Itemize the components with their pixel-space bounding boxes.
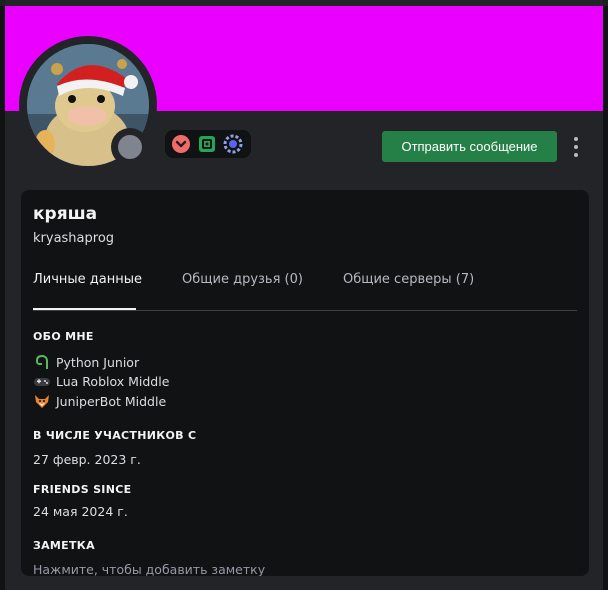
profile-tabs: Личные данные Общие друзья (0) Общие сер… [33,272,474,292]
about-line-text: Lua Roblox Middle [56,373,170,389]
tab-personal-data[interactable]: Личные данные [33,272,142,292]
user-profile-modal: Отправить сообщение кряша kryashaprog Ли… [5,0,603,590]
display-name: кряша [33,204,98,224]
username[interactable]: kryashaprog [33,231,114,246]
status-indicator [111,128,149,166]
more-vertical-icon[interactable] [567,133,585,161]
note-input[interactable]: Нажмите, чтобы добавить заметку [33,562,265,576]
tab-mutual-servers[interactable]: Общие серверы (7) [343,272,474,292]
about-line-text: JuniperBot Middle [56,393,167,409]
nitro-badge-icon[interactable] [197,134,217,154]
chevron-down-badge-icon[interactable] [171,134,191,154]
about-line: JuniperBot Middle [33,392,166,410]
member-since-heading: В ЧИСЛЕ УЧАСТНИКОВ С [33,429,197,442]
about-line: Python Junior [33,353,139,371]
fox-icon [33,392,51,410]
about-line-text: Python Junior [56,354,140,370]
about-line: Lua Roblox Middle [33,372,169,390]
python-icon [33,353,51,371]
gamepad-icon [33,372,51,390]
friends-since-heading: FRIENDS SINCE [33,483,132,496]
profile-info-card: кряша kryashaprog Личные данные Общие др… [21,190,589,576]
quest-badge-icon[interactable] [223,134,243,154]
tab-mutual-friends[interactable]: Общие друзья (0) [182,272,303,292]
badge-list [165,130,251,158]
about-me-heading: ОБО МНЕ [33,330,94,343]
avatar-container[interactable] [19,36,157,174]
send-message-button[interactable]: Отправить сообщение [382,131,557,162]
tabs-divider [33,310,577,311]
member-since-date: 27 февр. 2023 г. [33,452,141,467]
offline-status-icon [118,135,142,159]
friends-since-date: 24 мая 2024 г. [33,504,128,519]
note-heading: ЗАМЕТКА [33,539,95,552]
